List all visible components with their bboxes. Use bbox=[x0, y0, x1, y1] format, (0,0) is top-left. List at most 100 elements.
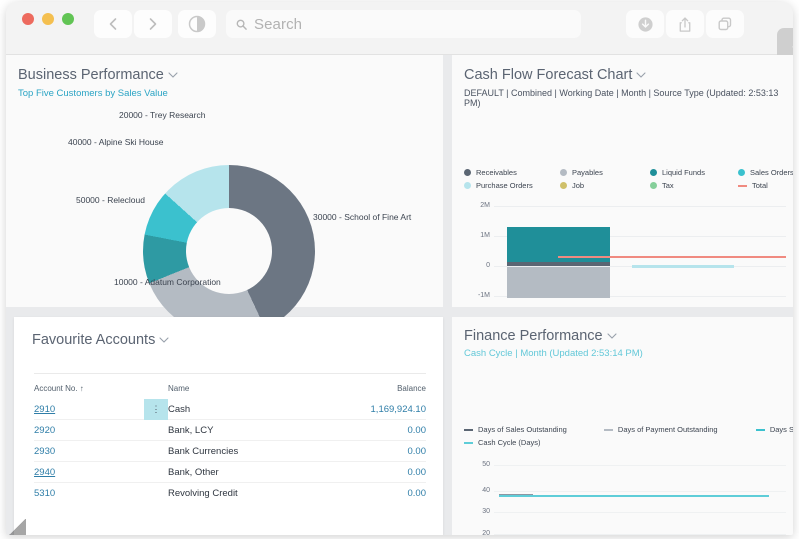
cell-balance[interactable]: 1,169,924.10 bbox=[316, 404, 426, 415]
favourite-accounts-title-text: Favourite Accounts bbox=[32, 332, 156, 348]
legend-swatch-tax bbox=[650, 182, 657, 189]
browser-window: Search + bbox=[6, 2, 793, 535]
account-link[interactable]: 2910 bbox=[34, 404, 55, 415]
balance-link[interactable]: 0.00 bbox=[408, 425, 427, 436]
balance-link[interactable]: 1,169,924.10 bbox=[371, 404, 426, 415]
legend-swatch-job bbox=[560, 182, 567, 189]
legend-swatch-total bbox=[738, 184, 747, 187]
downloads-button[interactable] bbox=[626, 10, 664, 38]
maximize-window-button[interactable] bbox=[62, 13, 74, 25]
search-input[interactable]: Search bbox=[254, 16, 302, 33]
line-cash-cycle bbox=[499, 495, 769, 497]
column-header-account-no[interactable]: Account No. ↑ bbox=[34, 384, 144, 393]
cell-account-no[interactable]: 2930 bbox=[34, 446, 144, 457]
cash-flow-legend: Receivables Payables Liquid Funds Sales … bbox=[464, 168, 793, 194]
back-button[interactable] bbox=[94, 10, 132, 38]
legend-swatch-payables bbox=[560, 169, 567, 176]
table-row[interactable]: 2930 Bank Currencies 0.00 bbox=[34, 441, 426, 462]
legend-item-days-s[interactable]: Days S bbox=[755, 425, 793, 434]
row-menu-button[interactable]: ⋮ bbox=[144, 398, 168, 420]
legend-item-liquid-funds[interactable]: Liquid Funds bbox=[650, 168, 738, 177]
top-customers-donut-chart bbox=[143, 165, 315, 337]
cell-balance[interactable]: 0.00 bbox=[316, 488, 427, 499]
favourite-accounts-title[interactable]: Favourite Accounts bbox=[32, 332, 169, 348]
finance-performance-subtitle[interactable]: Cash Cycle | Month (Updated 2:53:14 PM) bbox=[464, 348, 643, 359]
donut-label-trey-research: 20000 - Trey Research bbox=[119, 110, 206, 120]
bar-purchase-orders-may[interactable] bbox=[632, 264, 734, 268]
cell-name: Bank, LCY bbox=[168, 424, 214, 436]
account-link[interactable]: 2930 bbox=[34, 446, 55, 457]
donut-label-alpine-ski-house: 40000 - Alpine Ski House bbox=[68, 137, 164, 147]
column-header-name[interactable]: Name bbox=[168, 384, 316, 393]
legend-item-cash-cycle[interactable]: Cash Cycle (Days) bbox=[464, 438, 541, 447]
legend-item-job[interactable]: Job bbox=[560, 181, 650, 190]
cell-name: Bank, Other bbox=[168, 466, 219, 478]
bar-liquid-funds-apr[interactable] bbox=[507, 227, 610, 264]
legend-label-receivables: Receivables bbox=[476, 168, 517, 177]
legend-swatch-days-sales-outstanding bbox=[464, 428, 473, 431]
chevron-down-icon bbox=[168, 72, 178, 78]
tab-overview-button[interactable] bbox=[706, 10, 744, 38]
balance-link[interactable]: 0.00 bbox=[408, 488, 427, 499]
cell-balance[interactable]: 0.00 bbox=[316, 467, 427, 478]
y-tick-1m: 1M bbox=[480, 232, 490, 239]
table-row[interactable]: 5310 Revolving Credit 0.00 bbox=[34, 483, 426, 504]
y-tick-2m: 2M bbox=[480, 202, 490, 209]
legend-item-receivables[interactable]: Receivables bbox=[464, 168, 560, 177]
business-performance-subtitle[interactable]: Top Five Customers by Sales Value bbox=[18, 88, 168, 99]
legend-label-total: Total bbox=[752, 181, 768, 190]
sidebar-toggle-button[interactable] bbox=[178, 10, 216, 38]
balance-link[interactable]: 0.00 bbox=[408, 467, 427, 478]
bar-payables-apr[interactable] bbox=[507, 267, 610, 298]
cell-balance[interactable]: 0.00 bbox=[316, 446, 427, 457]
table-row[interactable]: 2910 ⋮ Cash 1,169,924.10 bbox=[34, 398, 426, 420]
table-row[interactable]: 2920 Bank, LCY 0.00 bbox=[34, 420, 426, 441]
business-performance-title[interactable]: Business Performance bbox=[18, 67, 178, 83]
cell-account-no[interactable]: 2910 bbox=[34, 404, 144, 415]
search-bar[interactable]: Search bbox=[226, 10, 581, 38]
legend-item-days-sales-outstanding[interactable]: Days of Sales Outstanding bbox=[464, 425, 604, 434]
legend-label-tax: Tax bbox=[662, 181, 674, 190]
legend-item-sales-orders[interactable]: Sales Orders bbox=[738, 168, 793, 177]
business-performance-card: Business Performance Top Five Customers … bbox=[6, 55, 443, 337]
legend-label-sales-orders: Sales Orders bbox=[750, 168, 793, 177]
finance-performance-title[interactable]: Finance Performance bbox=[464, 328, 617, 344]
table-row[interactable]: 2940 Bank, Other 0.00 bbox=[34, 462, 426, 483]
share-button[interactable] bbox=[666, 10, 704, 38]
cell-account-no[interactable]: 2920 bbox=[34, 425, 144, 436]
share-icon bbox=[679, 16, 691, 32]
cell-row-menu[interactable]: ⋮ bbox=[144, 398, 168, 420]
account-link[interactable]: 2920 bbox=[34, 425, 55, 436]
gridline-30 bbox=[494, 512, 786, 513]
minimize-window-button[interactable] bbox=[42, 13, 54, 25]
forward-button[interactable] bbox=[134, 10, 172, 38]
legend-item-payables[interactable]: Payables bbox=[560, 168, 650, 177]
cell-balance[interactable]: 0.00 bbox=[316, 425, 427, 436]
favourite-accounts-table: Account No. ↑ Name Balance 2910 ⋮ Cash 1… bbox=[34, 373, 426, 504]
screenshot-root: Search + bbox=[0, 0, 799, 539]
column-header-balance[interactable]: Balance bbox=[316, 384, 426, 393]
download-icon bbox=[637, 16, 653, 32]
finance-performance-legend: Days of Sales Outstanding Days of Paymen… bbox=[464, 425, 793, 451]
cell-account-no[interactable]: 5310 bbox=[34, 488, 144, 499]
gridline-40 bbox=[494, 491, 786, 492]
balance-link[interactable]: 0.00 bbox=[408, 446, 427, 457]
legend-swatch-days-s bbox=[755, 428, 765, 431]
chevron-down-icon bbox=[636, 72, 646, 78]
y-tick-neg1m: -1M bbox=[477, 292, 490, 299]
bar-receivables-apr[interactable] bbox=[507, 262, 610, 266]
account-link[interactable]: 2940 bbox=[34, 467, 55, 478]
legend-item-tax[interactable]: Tax bbox=[650, 181, 738, 190]
cash-flow-title[interactable]: Cash Flow Forecast Chart bbox=[464, 67, 646, 83]
cell-account-no[interactable]: 2940 bbox=[34, 467, 144, 478]
close-window-button[interactable] bbox=[22, 13, 34, 25]
cash-flow-legend-row-2: Purchase Orders Job Tax Total bbox=[464, 181, 793, 190]
legend-item-days-payment-outstanding[interactable]: Days of Payment Outstanding bbox=[603, 425, 756, 434]
legend-item-total[interactable]: Total bbox=[738, 181, 768, 190]
account-link[interactable]: 5310 bbox=[34, 488, 55, 499]
legend-item-purchase-orders[interactable]: Purchase Orders bbox=[464, 181, 560, 190]
search-icon bbox=[236, 19, 247, 30]
y-tick-20: 20 bbox=[482, 530, 490, 535]
legend-label-job: Job bbox=[572, 181, 585, 190]
donut-label-relecloud: 50000 - Relecloud bbox=[76, 195, 145, 205]
